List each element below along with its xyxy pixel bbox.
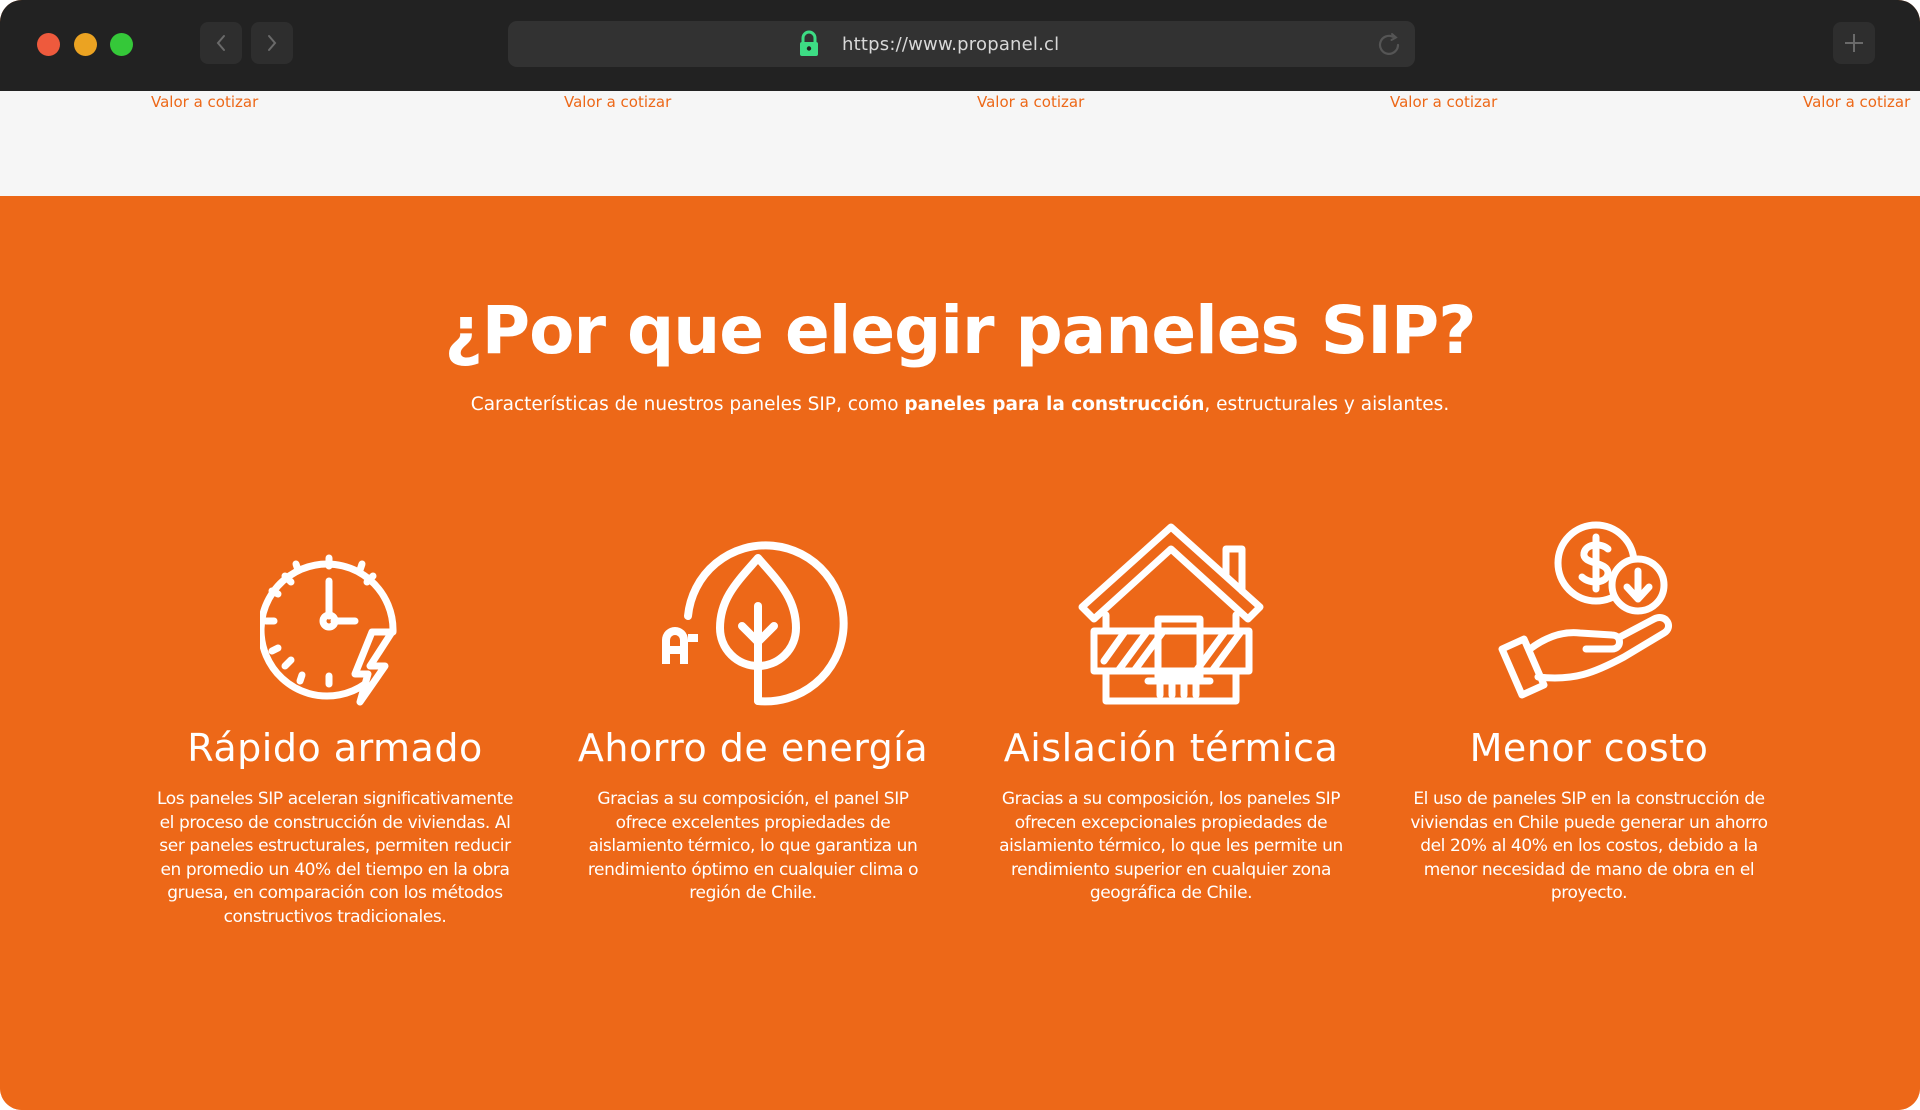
quote-link[interactable]: Valor a cotizar	[564, 93, 671, 111]
feature-text: Gracias a su composición, los paneles SI…	[999, 789, 1343, 903]
back-chevron-icon	[216, 35, 225, 51]
forward-button[interactable]	[251, 22, 293, 64]
feature-title: Ahorro de energía	[577, 726, 929, 770]
subtitle-link[interactable]: paneles para la construcción	[904, 394, 1204, 415]
subtitle-text: Características de nuestros paneles SIP,…	[470, 394, 905, 415]
subtitle-text-end: , estructurales y aislantes.	[1204, 394, 1450, 415]
section-title: ¿Por que elegir paneles SIP?	[444, 292, 1477, 369]
quote-link[interactable]: Valor a cotizar	[151, 93, 258, 111]
quote-link[interactable]: Valor a cotizar	[1803, 93, 1910, 111]
feature-text: Los paneles SIP aceleran significativame…	[156, 789, 514, 927]
feature-menor-costo: Menor costo El uso de paneles SIP en la …	[1379, 516, 1799, 906]
url-text: https://www.propanel.cl	[842, 34, 1060, 55]
new-tab-button[interactable]	[1833, 22, 1875, 64]
forward-chevron-icon	[268, 35, 277, 51]
feature-aislacion-termica: Aislación térmica Gracias a su composici…	[961, 516, 1381, 906]
minimize-window-button[interactable]	[74, 33, 97, 56]
feature-title: Rápido armado	[187, 726, 483, 770]
section-subtitle: Características de nuestros paneles SIP,…	[0, 394, 1920, 415]
feature-title: Menor costo	[1469, 726, 1709, 770]
hand-coin-icon	[1498, 521, 1672, 699]
browser-window: https://www.propanel.cl Valor a cotizar …	[0, 0, 1920, 1110]
feature-rapido-armado: Rápido armado Los paneles SIP aceleran s…	[125, 516, 545, 929]
feature-text: El uso de paneles SIP en la construcción…	[1410, 789, 1768, 903]
quote-link[interactable]: Valor a cotizar	[1390, 93, 1497, 111]
back-button[interactable]	[200, 22, 242, 64]
lock-icon	[800, 30, 818, 56]
feature-title: Aislación térmica	[1003, 726, 1339, 770]
clock-lightning-icon	[260, 554, 397, 706]
plus-icon	[1845, 34, 1863, 52]
close-window-button[interactable]	[37, 33, 60, 56]
quote-link[interactable]: Valor a cotizar	[977, 93, 1084, 111]
browser-toolbar: https://www.propanel.cl	[0, 0, 1920, 91]
reload-icon[interactable]	[1375, 31, 1403, 59]
why-sip-section: ¿Por que elegir paneles SIP? Característ…	[0, 196, 1920, 1110]
leaf-energy-icon	[662, 541, 848, 706]
address-bar[interactable]: https://www.propanel.cl	[508, 21, 1415, 67]
product-strip: Valor a cotizar Valor a cotizar Valor a …	[0, 91, 1920, 196]
feature-ahorro-energia: Ahorro de energía Gracias a su composici…	[543, 516, 963, 906]
house-insulation-icon	[1078, 523, 1264, 705]
maximize-window-button[interactable]	[110, 33, 133, 56]
feature-text: Gracias a su composición, el panel SIP o…	[587, 789, 919, 903]
